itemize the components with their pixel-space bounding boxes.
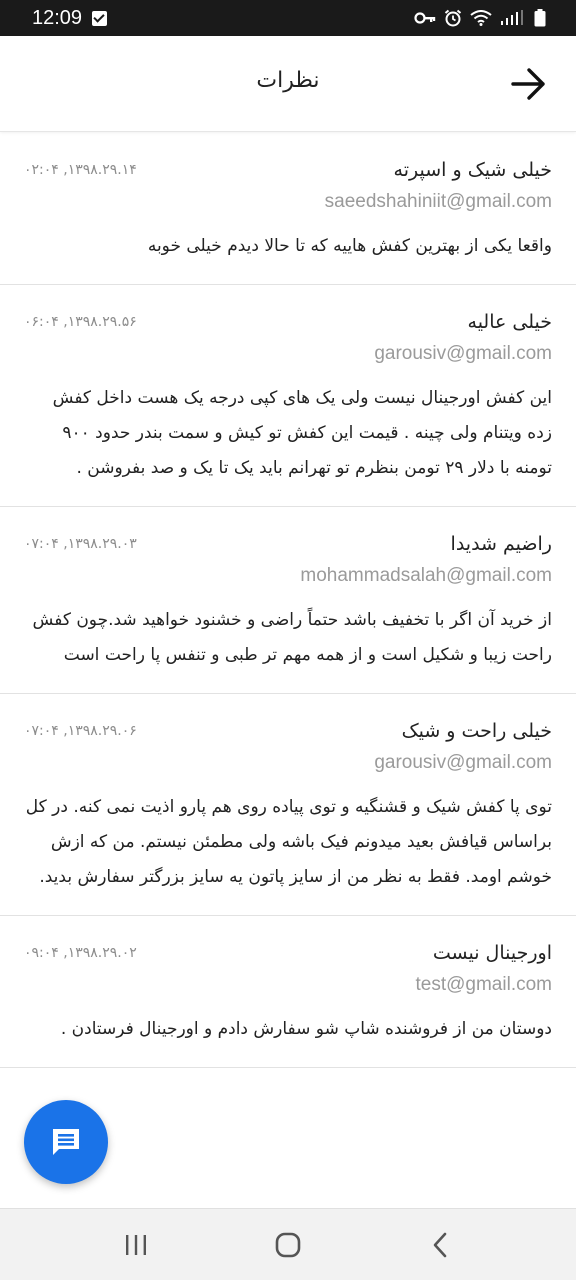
comment-head: خیلی شیک و اسپرته ۰۲:۰۴ ,۱۳۹۸.۲۹.۱۴ [24, 153, 552, 187]
comment-email: saeedshahiniit@gmail.com [324, 191, 552, 212]
wifi-icon [470, 10, 492, 26]
comment-item: خیلی شیک و اسپرته ۰۲:۰۴ ,۱۳۹۸.۲۹.۱۴ saee… [0, 133, 576, 285]
battery-icon [534, 9, 546, 27]
comment-email: garousiv@gmail.com [374, 343, 552, 364]
comment-email: garousiv@gmail.com [374, 752, 552, 773]
recent-apps-icon [126, 1234, 146, 1255]
signal-icon [501, 10, 523, 25]
alarm-icon [444, 9, 462, 27]
home-icon [275, 1232, 301, 1257]
comment-head: خیلی عالیه ۰۶:۰۴ ,۱۳۹۸.۲۹.۵۶ [24, 305, 552, 339]
comment-date: ۰۷:۰۴ ,۱۳۹۸.۲۹.۰۶ [24, 723, 137, 739]
comment-date: ۰۶:۰۴ ,۱۳۹۸.۲۹.۵۶ [24, 314, 137, 330]
comment-title: خیلی شیک و اسپرته [393, 159, 552, 181]
comment-body: توی پا کفش شیک و قشنگیه و توی پیاده روی … [25, 797, 552, 887]
home-button[interactable] [258, 1215, 318, 1275]
arrow-right-icon [511, 68, 545, 100]
comment-body: واقعا یکی از بهترین کفش هاییه که تا حالا… [147, 236, 552, 256]
comment-head: اورجینال نیست ۰۹:۰۴ ,۱۳۹۸.۲۹.۰۲ [24, 936, 552, 970]
comment-date: ۰۲:۰۴ ,۱۳۹۸.۲۹.۱۴ [24, 162, 137, 178]
add-comment-fab[interactable] [24, 1100, 108, 1184]
comment-body: دوستان من از فروشنده شاپ شو سفارش دادم و… [60, 1019, 552, 1039]
system-nav-bar [0, 1208, 576, 1280]
comment-date: ۰۹:۰۴ ,۱۳۹۸.۲۹.۰۲ [24, 945, 137, 961]
comment-list[interactable]: خیلی شیک و اسپرته ۰۲:۰۴ ,۱۳۹۸.۲۹.۱۴ saee… [0, 133, 576, 1208]
comment-item: خیلی راحت و شیک ۰۷:۰۴ ,۱۳۹۸.۲۹.۰۶ garous… [0, 694, 576, 916]
chevron-left-icon [433, 1232, 447, 1257]
comment-date: ۰۷:۰۴ ,۱۳۹۸.۲۹.۰۳ [24, 536, 137, 552]
comment-item: راضیم شدیدا ۰۷:۰۴ ,۱۳۹۸.۲۹.۰۳ mohammadsa… [0, 507, 576, 694]
back-button[interactable] [510, 66, 548, 102]
comment-email: test@gmail.com [415, 974, 553, 995]
key-icon [414, 12, 436, 24]
status-time: 12:09 [32, 6, 83, 29]
comment-head: راضیم شدیدا ۰۷:۰۴ ,۱۳۹۸.۲۹.۰۳ [24, 527, 552, 561]
comment-title: خیلی راحت و شیک [401, 720, 552, 742]
comment-email: mohammadsalah@gmail.com [300, 565, 552, 586]
notification-check-icon [92, 10, 108, 26]
comment-body: این کفش اورجینال نیست ولی یک های کپی درج… [52, 388, 552, 478]
recent-apps-button[interactable] [106, 1215, 166, 1275]
comment-head: خیلی راحت و شیک ۰۷:۰۴ ,۱۳۹۸.۲۹.۰۶ [24, 714, 552, 748]
status-right [414, 9, 546, 27]
comment-title: خیلی عالیه [467, 311, 552, 333]
app-header: نظرات [0, 36, 576, 132]
back-nav-button[interactable] [410, 1215, 470, 1275]
page-title: نظرات [256, 68, 320, 93]
comment-body: از خرید آن اگر با تخفیف باشد حتماً راضی … [32, 610, 552, 665]
comment-title: اورجینال نیست [432, 942, 552, 964]
status-bar: 12:09 [0, 0, 576, 36]
comment-item: اورجینال نیست ۰۹:۰۴ ,۱۳۹۸.۲۹.۰۲ test@gma… [0, 916, 576, 1068]
comment-title: راضیم شدیدا [450, 533, 552, 555]
message-icon [53, 1129, 79, 1155]
comment-item: خیلی عالیه ۰۶:۰۴ ,۱۳۹۸.۲۹.۵۶ garousiv@gm… [0, 285, 576, 507]
status-left: 12:09 [32, 6, 108, 30]
